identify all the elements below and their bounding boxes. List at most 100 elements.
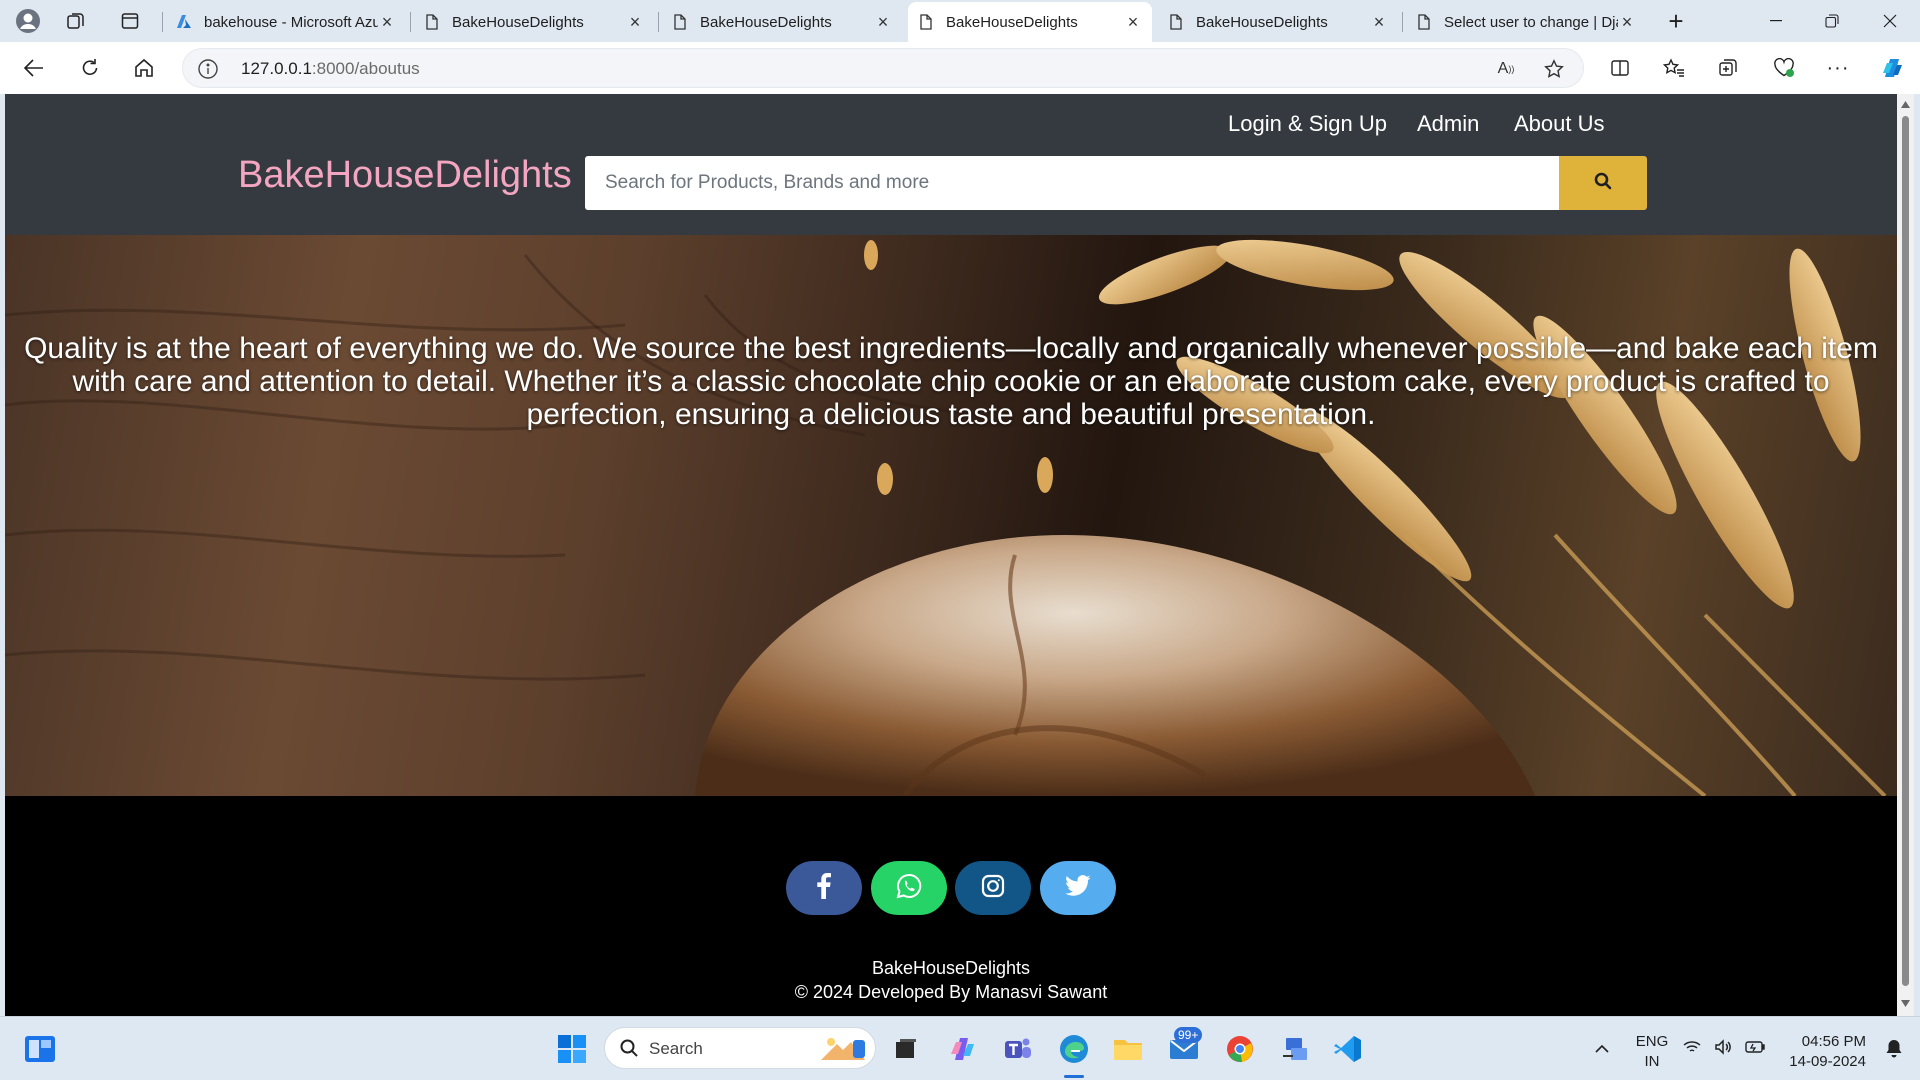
taskbar-search[interactable]: Search <box>604 1027 876 1069</box>
close-icon[interactable]: × <box>378 12 396 32</box>
page-icon <box>672 14 688 30</box>
system-tray-icons[interactable] <box>1676 1027 1772 1071</box>
network-app-icon[interactable] <box>1274 1027 1318 1071</box>
browser-essentials-icon[interactable] <box>1766 51 1802 85</box>
workspaces-icon[interactable] <box>60 6 92 36</box>
home-button[interactable] <box>126 51 162 85</box>
copilot-icon[interactable] <box>1874 51 1910 85</box>
search-icon <box>619 1038 639 1063</box>
close-icon[interactable]: × <box>874 12 892 32</box>
task-view-icon[interactable] <box>884 1027 928 1071</box>
refresh-button[interactable] <box>72 51 108 85</box>
tab-bakehouse-4[interactable]: BakeHouseDelights × <box>1158 2 1398 42</box>
facebook-icon <box>817 872 831 904</box>
favorite-star-icon[interactable] <box>1541 57 1567 81</box>
wifi-icon <box>1683 1039 1701 1060</box>
instagram-icon <box>981 874 1005 903</box>
scroll-up-icon[interactable] <box>1900 100 1911 110</box>
instagram-button[interactable] <box>955 861 1031 915</box>
site-brand[interactable]: BakeHouseDelights <box>238 154 572 197</box>
favorites-icon[interactable] <box>1656 51 1692 85</box>
restore-button[interactable] <box>1804 0 1860 42</box>
collections-icon[interactable] <box>1710 51 1746 85</box>
nav-about-us[interactable]: About Us <box>1514 111 1605 137</box>
show-hidden-icons[interactable] <box>1580 1027 1624 1071</box>
tab-separator <box>658 12 659 32</box>
read-aloud-icon[interactable]: A)) <box>1493 57 1519 81</box>
browser-tab-bar: bakehouse - Microsoft Azure × BakeHouseD… <box>0 0 1920 42</box>
more-options-icon[interactable]: ··· <box>1820 51 1856 85</box>
split-screen-icon[interactable] <box>1602 51 1638 85</box>
close-icon[interactable]: × <box>1124 12 1142 32</box>
page-icon <box>1416 14 1432 30</box>
page-scrollbar[interactable] <box>1897 94 1914 1016</box>
tab-azure[interactable]: bakehouse - Microsoft Azure × <box>166 2 406 42</box>
close-icon[interactable]: × <box>626 12 644 32</box>
search-button[interactable] <box>1559 156 1647 210</box>
vscode-icon[interactable] <box>1326 1027 1370 1071</box>
scroll-down-icon[interactable] <box>1900 998 1911 1008</box>
notifications-bell-icon[interactable] <box>1872 1027 1916 1071</box>
facebook-button[interactable] <box>786 861 862 915</box>
tab-bakehouse-2[interactable]: BakeHouseDelights × <box>662 2 902 42</box>
tab-django-users[interactable]: Select user to change | Django × <box>1406 2 1646 42</box>
copilot-taskbar-icon[interactable] <box>940 1027 984 1071</box>
twitter-icon <box>1065 874 1091 902</box>
tab-title: BakeHouseDelights <box>946 13 1078 31</box>
nav-login-signup[interactable]: Login & Sign Up <box>1228 111 1387 137</box>
scrollbar-thumb[interactable] <box>1902 116 1909 986</box>
address-bar[interactable]: 127.0.0.1:8000/aboutus A)) <box>182 48 1584 88</box>
search-icon <box>1593 171 1613 196</box>
mail-badge: 99+ <box>1174 1027 1203 1043</box>
footer-credit: © 2024 Developed By Manasvi Sawant <box>794 982 1108 1002</box>
twitter-button[interactable] <box>1040 861 1116 915</box>
widgets-icon[interactable] <box>18 1027 62 1071</box>
language-indicator[interactable]: ENG <box>1632 1033 1672 1050</box>
page-icon <box>424 14 440 30</box>
volume-icon <box>1714 1038 1732 1060</box>
back-button[interactable] <box>16 51 52 85</box>
close-icon[interactable]: × <box>1370 12 1388 32</box>
teams-icon[interactable] <box>996 1027 1040 1071</box>
site-info-icon[interactable] <box>197 58 219 80</box>
page-viewport: Login & Sign Up Admin About Us BakeHouse… <box>5 94 1897 1016</box>
windows-taskbar: Search 99+ ENG IN 04:56 PM 14-09-2024 <box>0 1016 1920 1080</box>
edge-icon[interactable] <box>1052 1027 1096 1071</box>
chrome-icon[interactable] <box>1218 1027 1262 1071</box>
page-icon <box>918 14 934 30</box>
region-indicator[interactable]: IN <box>1632 1053 1672 1070</box>
azure-icon <box>176 14 192 30</box>
tab-separator <box>1402 12 1403 32</box>
nav-admin[interactable]: Admin <box>1417 111 1479 137</box>
site-footer: BakeHouseDelights © 2024 Developed By Ma… <box>5 796 1897 1016</box>
profile-icon[interactable] <box>12 6 44 36</box>
close-icon[interactable]: × <box>1618 12 1636 32</box>
clock-date[interactable]: 14-09-2024 <box>1784 1053 1866 1070</box>
tab-actions-icon[interactable] <box>114 6 146 36</box>
page-icon <box>1168 14 1184 30</box>
about-text: Quality is at the heart of everything we… <box>24 332 1878 431</box>
close-window-button[interactable] <box>1862 0 1918 42</box>
bread-and-wheat-image <box>5 239 1887 796</box>
whatsapp-icon <box>896 873 922 904</box>
url-text[interactable]: 127.0.0.1:8000/aboutus <box>241 59 420 79</box>
start-icon[interactable] <box>550 1027 594 1071</box>
new-tab-button[interactable]: + <box>1660 6 1692 36</box>
search-input[interactable] <box>585 156 1559 210</box>
tab-bakehouse-active[interactable]: BakeHouseDelights × <box>908 2 1152 42</box>
file-explorer-icon[interactable] <box>1106 1027 1150 1071</box>
tab-title: BakeHouseDelights <box>1196 13 1328 31</box>
minimize-button[interactable] <box>1748 0 1804 42</box>
tab-title: bakehouse - Microsoft Azure <box>204 13 378 31</box>
site-header: Login & Sign Up Admin About Us BakeHouse… <box>5 94 1897 235</box>
tab-separator <box>162 12 163 32</box>
battery-icon <box>1745 1040 1766 1059</box>
clock-time[interactable]: 04:56 PM <box>1784 1033 1866 1050</box>
active-app-indicator <box>1064 1075 1084 1078</box>
browser-toolbar: 127.0.0.1:8000/aboutus A)) ··· <box>0 42 1920 94</box>
tab-bakehouse-1[interactable]: BakeHouseDelights × <box>414 2 654 42</box>
about-hero: Quality is at the heart of everything we… <box>5 235 1897 796</box>
tab-separator <box>410 12 411 32</box>
whatsapp-button[interactable] <box>871 861 947 915</box>
tab-title: Select user to change | Django <box>1444 13 1618 31</box>
